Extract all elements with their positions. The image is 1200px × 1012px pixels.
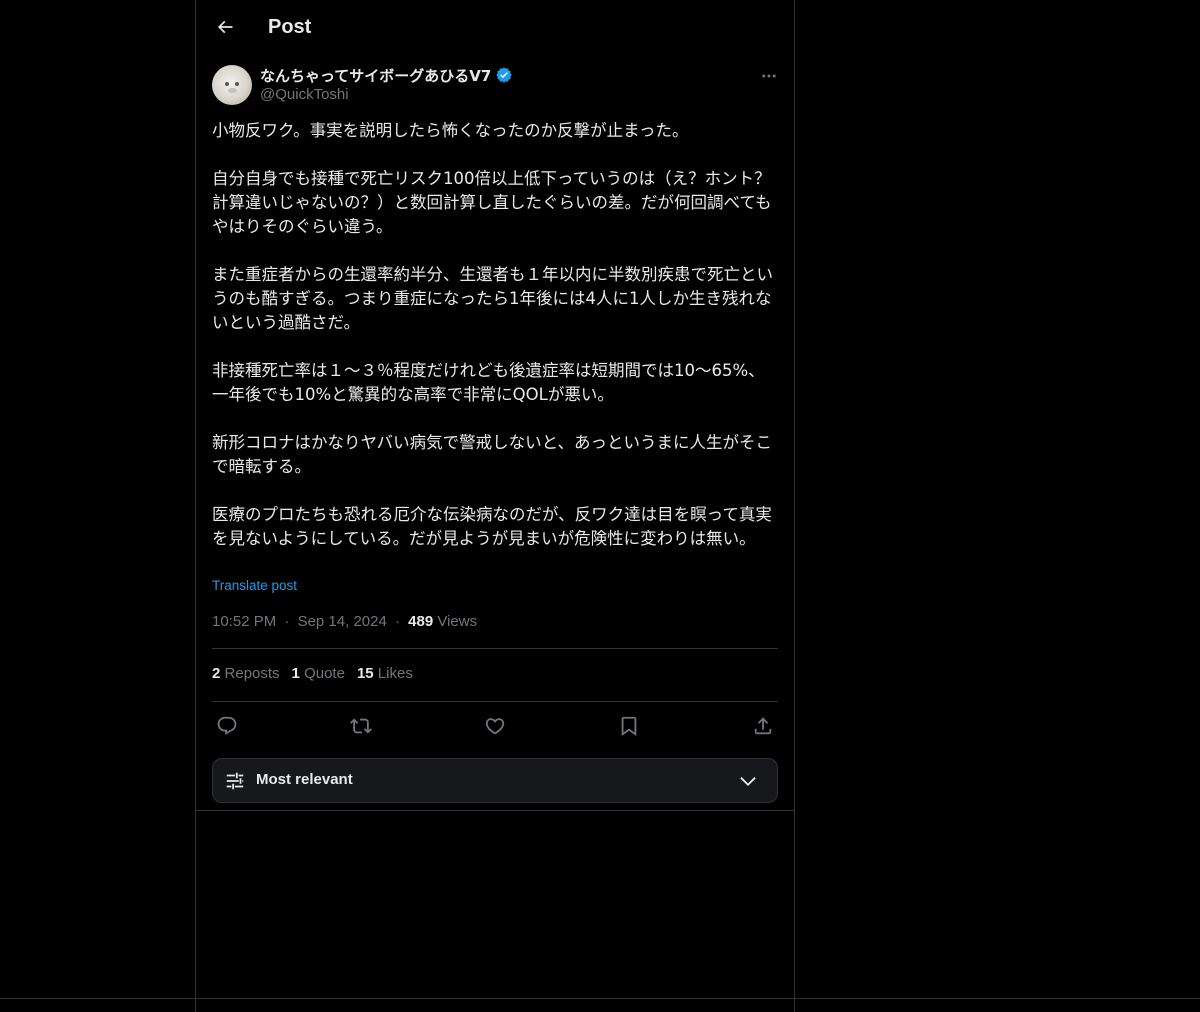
bookmark-icon [621,716,637,737]
quotes-label: Quote [304,665,345,682]
section-divider [196,810,794,811]
back-button[interactable] [208,10,242,44]
reposts-label: Reposts [224,665,280,682]
page-header: Post [196,0,794,53]
like-icon [485,718,505,735]
more-horizontal-icon [762,74,776,78]
tune-icon [226,772,244,790]
main-column: Post なんちゃってサイボーグあひるV7 @QuickToshi 小物反ワク。… [195,0,795,1012]
footer-divider [0,998,1200,999]
translate-post-link[interactable]: Translate post [212,578,297,593]
post-time[interactable]: 10:52 PM [212,613,276,630]
repost-icon [350,718,372,734]
post-date[interactable]: Sep 14, 2024 [298,613,387,630]
arrow-left-icon [217,20,233,34]
views-label: Views [437,613,478,630]
avatar-beak [228,88,237,93]
action-bar [212,712,778,740]
share-button[interactable] [749,712,777,740]
post-body: 小物反ワク。事実を説明したら怖くなったのか反撃が止まった。 自分自身でも接種で死… [212,121,773,548]
views-count: 489 [408,613,434,630]
repost-button[interactable] [347,712,375,740]
more-options-button[interactable] [756,63,782,89]
reply-button[interactable] [213,712,241,740]
reply-sort-dropdown[interactable]: Most relevant [212,758,778,803]
avatar-eye-left [225,82,229,86]
verified-badge-icon [496,67,512,83]
page-title: Post [268,16,312,38]
likes-label: Likes [377,665,413,682]
like-button[interactable] [481,712,509,740]
post-metadata: 10:52 PM · Sep 14, 2024 · 489 Views [212,612,477,632]
divider [212,648,778,649]
author-display-name[interactable]: なんちゃってサイボーグあひるV7 [260,65,491,86]
share-icon [754,717,772,735]
likes-count: 15 [356,665,374,682]
reposts-count: 2 [212,665,221,682]
author-handle[interactable]: @QuickToshi [260,86,349,103]
quotes-count: 1 [291,665,300,682]
post-stats: 2 Reposts 1 Quote 15 Likes [212,665,413,687]
likes-stat[interactable]: 15 Likes [357,665,413,687]
author-name-row[interactable]: なんちゃってサイボーグあひるV7 [260,65,513,85]
divider [212,701,778,702]
meta-separator: · [284,613,290,630]
sort-label: Most relevant [256,771,353,788]
avatar[interactable] [212,65,252,105]
avatar-eye-right [235,82,239,86]
reply-icon [217,716,237,735]
meta-separator: · [394,613,400,630]
quotes-stat[interactable]: 1 Quote [292,665,345,687]
chevron-down-icon [740,777,756,787]
reposts-stat[interactable]: 2 Reposts [212,665,280,687]
bookmark-button[interactable] [615,712,643,740]
